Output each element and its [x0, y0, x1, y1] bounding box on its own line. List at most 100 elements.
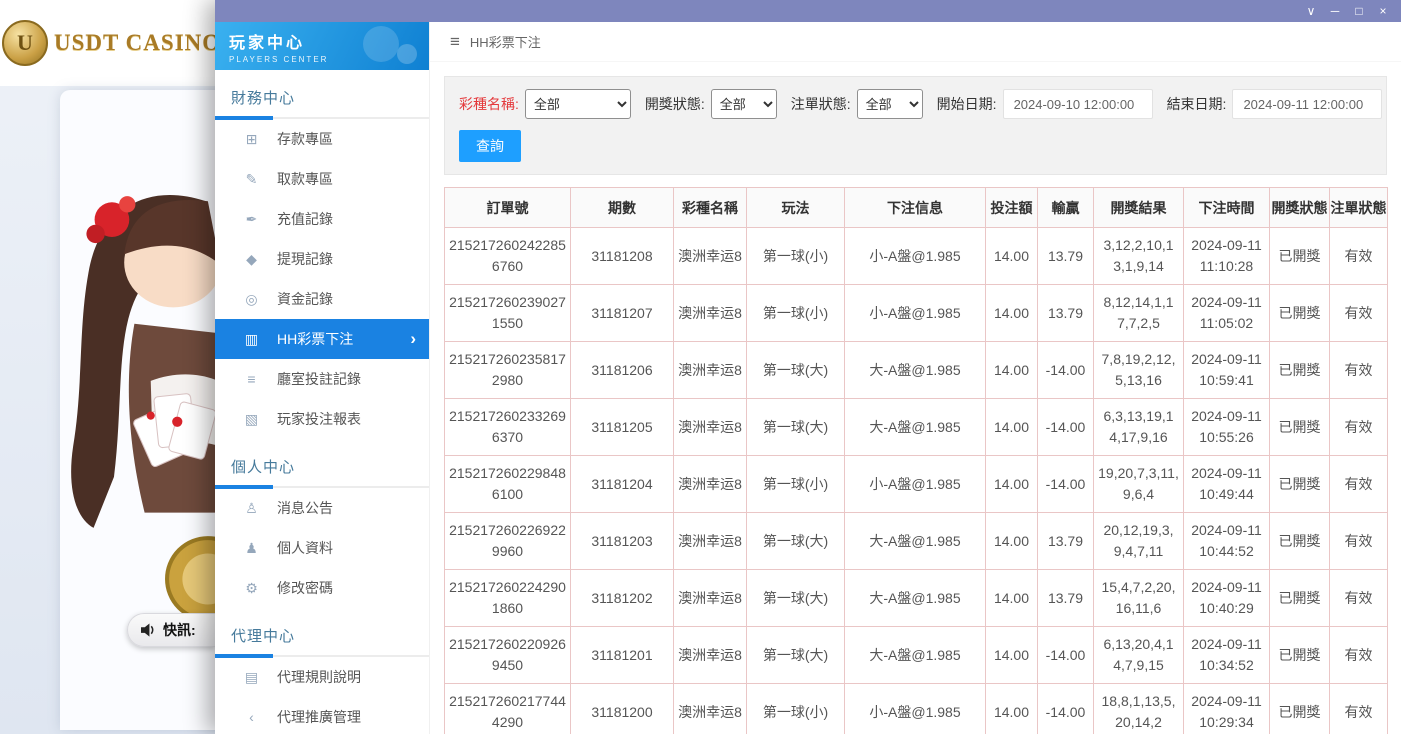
cell-period: 31181204 [571, 456, 674, 513]
cell-bet_info: 小-A盤@1.985 [845, 285, 986, 342]
sidebar-item-label: 提現記錄 [277, 249, 333, 269]
cell-order_no: 2152172602209269450 [445, 627, 571, 684]
sidebar-item-change-password[interactable]: ⚙修改密碼 [215, 568, 429, 608]
order-status-select[interactable]: 全部 [857, 89, 923, 119]
cell-bet_amount: 14.00 [986, 513, 1038, 570]
filter-lottery-name: 彩種名稱:全部 [459, 89, 631, 119]
column-header-order_no: 訂單號 [445, 188, 571, 228]
filter-label: 開獎狀態: [645, 94, 705, 114]
cell-play: 第一球(大) [747, 513, 845, 570]
table-row: 215217260224290186031181202澳洲幸运8第一球(大)大-… [445, 570, 1388, 627]
cell-draw_result: 7,8,19,2,12,5,13,16 [1094, 342, 1184, 399]
sidebar-item-room-bet-records[interactable]: ≡廳室投註記錄 [215, 359, 429, 399]
sidebar-item-withdraw-area[interactable]: ✎取款專區 [215, 159, 429, 199]
cell-order_status: 有效 [1330, 456, 1388, 513]
lottery-name-select[interactable]: 全部 [525, 89, 631, 119]
column-header-bet_amount: 投注額 [986, 188, 1038, 228]
end-date-input[interactable] [1232, 89, 1382, 119]
sidebar-item-hh-lottery-bets[interactable]: ▥HH彩票下注› [215, 319, 429, 359]
cell-draw_status: 已開獎 [1270, 456, 1330, 513]
cell-draw_status: 已開獎 [1270, 285, 1330, 342]
chevron-right-icon: › [410, 329, 416, 349]
cell-order_status: 有效 [1330, 228, 1388, 285]
search-button[interactable]: 查詢 [459, 130, 521, 162]
sidebar-item-recharge-records[interactable]: ✒充值記錄 [215, 199, 429, 239]
cell-bet_info: 大-A盤@1.985 [845, 342, 986, 399]
cell-draw_status: 已開獎 [1270, 570, 1330, 627]
news-ticker[interactable]: 快訊: [127, 613, 215, 647]
players-center-window: ∨─□× 玩家中心 PLAYERS CENTER 財務中心⊞存款專區✎取款專區✒… [215, 0, 1401, 734]
start-date-input[interactable] [1003, 89, 1153, 119]
sidebar-item-agent-rules[interactable]: ▤代理規則說明 [215, 657, 429, 697]
usdt-casino-logo[interactable]: U USDT CASINO [2, 20, 215, 66]
sidebar-item-label: HH彩票下注 [277, 329, 353, 349]
sidebar-item-fund-records[interactable]: ◎資金記錄 [215, 279, 429, 319]
sidebar-item-player-bet-report[interactable]: ▧ 玩家投注報表 [215, 399, 429, 439]
sidebar-item-label: 代理推廣管理 [277, 707, 361, 727]
cell-order_no: 2152172602422856760 [445, 228, 571, 285]
bets-table-body: 215217260242285676031181208澳洲幸运8第一球(小)小-… [445, 228, 1388, 734]
column-header-period: 期數 [571, 188, 674, 228]
sidebar-item-agent-promotion[interactable]: ‹ 代理推廣管理 [215, 697, 429, 734]
promotion-icon: ‹ [243, 709, 260, 725]
menu-icon[interactable]: ≡ [450, 32, 460, 52]
cell-bet_info: 大-A盤@1.985 [845, 399, 986, 456]
cell-draw_status: 已開獎 [1270, 684, 1330, 734]
sidebar-item-deposit-area[interactable]: ⊞存款專區 [215, 119, 429, 159]
cell-bet_time: 2024-09-11 11:05:02 [1184, 285, 1270, 342]
table-row: 215217260242285676031181208澳洲幸运8第一球(小)小-… [445, 228, 1388, 285]
cell-period: 31181206 [571, 342, 674, 399]
table-row: 215217260229848610031181204澳洲幸运8第一球(小)小-… [445, 456, 1388, 513]
cell-play: 第一球(小) [747, 684, 845, 734]
table-row: 215217260220926945031181201澳洲幸运8第一球(大)大-… [445, 627, 1388, 684]
cell-period: 31181202 [571, 570, 674, 627]
cell-win_loss: -14.00 [1038, 342, 1094, 399]
cell-draw_result: 18,8,1,13,5,20,14,2 [1094, 684, 1184, 734]
minimize-icon[interactable]: ─ [1323, 0, 1347, 22]
sidebar-item-label: 充值記錄 [277, 209, 333, 229]
sidebar-item-profile[interactable]: ♟個人資料 [215, 528, 429, 568]
room-icon: ≡ [243, 371, 260, 387]
cell-lottery_name: 澳洲幸运8 [674, 342, 747, 399]
cashout-icon: ◆ [243, 251, 260, 268]
cell-period: 31181201 [571, 627, 674, 684]
chevron-down-icon[interactable]: ∨ [1299, 0, 1323, 22]
cell-play: 第一球(大) [747, 627, 845, 684]
report-icon: ▧ [243, 411, 260, 428]
cell-win_loss: -14.00 [1038, 399, 1094, 456]
site-header: U USDT CASINO [0, 0, 215, 86]
cell-lottery_name: 澳洲幸运8 [674, 228, 747, 285]
maximize-icon[interactable]: □ [1347, 0, 1371, 22]
cell-bet_info: 小-A盤@1.985 [845, 228, 986, 285]
cell-play: 第一球(小) [747, 456, 845, 513]
sidebar-section-title: 個人中心 [215, 439, 429, 486]
cell-play: 第一球(大) [747, 570, 845, 627]
cell-draw_status: 已開獎 [1270, 399, 1330, 456]
sidebar-item-label: 資金記錄 [277, 289, 333, 309]
filter-label: 結束日期: [1167, 94, 1227, 114]
cell-win_loss: 13.79 [1038, 228, 1094, 285]
close-icon[interactable]: × [1371, 0, 1395, 22]
cell-period: 31181205 [571, 399, 674, 456]
sidebar-item-cashout-records[interactable]: ◆ 提現記錄 [215, 239, 429, 279]
cell-draw_result: 6,3,13,19,14,17,9,16 [1094, 399, 1184, 456]
cell-order_status: 有效 [1330, 285, 1388, 342]
sidebar-item-label: 取款專區 [277, 169, 333, 189]
main-content: ≡ HH彩票下注 彩種名稱:全部開獎狀態:全部注單狀態:全部開始日期:結束日期:… [430, 22, 1401, 734]
sidebar-item-announcements[interactable]: ♙消息公告 [215, 488, 429, 528]
casino-emblem-icon: U [2, 20, 48, 66]
draw-status-select[interactable]: 全部 [711, 89, 777, 119]
cell-bet_amount: 14.00 [986, 456, 1038, 513]
cell-bet_amount: 14.00 [986, 228, 1038, 285]
cell-order_no: 2152172602332696370 [445, 399, 571, 456]
background-page: U USDT CASINO [0, 0, 215, 734]
sidebar-item-label: 玩家投注報表 [277, 409, 361, 429]
brand-name: USDT CASINO [54, 30, 215, 56]
cell-bet_info: 小-A盤@1.985 [845, 456, 986, 513]
column-header-draw_status: 開獎狀態 [1270, 188, 1330, 228]
column-header-play: 玩法 [747, 188, 845, 228]
news-label: 快訊: [163, 620, 196, 640]
cell-bet_amount: 14.00 [986, 684, 1038, 734]
password-icon: ⚙ [243, 580, 260, 597]
cell-bet_time: 2024-09-11 10:49:44 [1184, 456, 1270, 513]
